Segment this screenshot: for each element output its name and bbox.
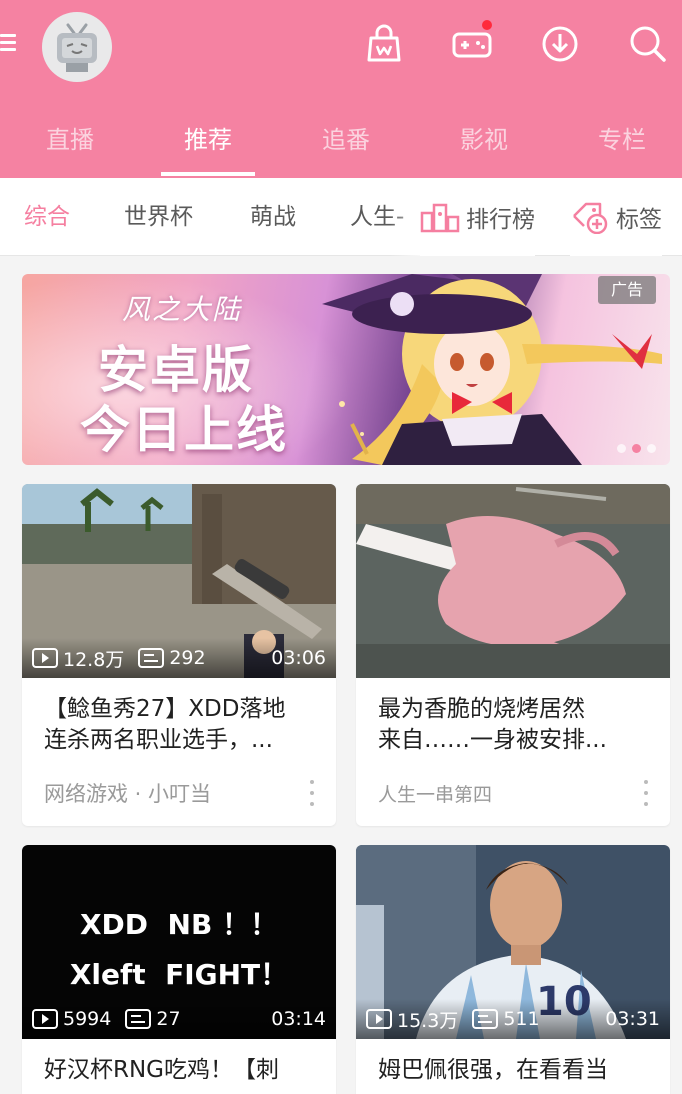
download-icon[interactable] [538, 22, 582, 66]
video-card[interactable]: 10 15.3万 511 03:31 姆巴佩很强，在看看当 [356, 845, 670, 1094]
banner-pager [617, 444, 656, 453]
search-icon[interactable] [626, 22, 670, 66]
ad-banner[interactable]: 风之大陆 安卓版 今日上线 广告 [22, 274, 670, 465]
video-thumbnail: 10 15.3万 511 03:31 [356, 845, 670, 1039]
game-controller-icon[interactable] [450, 20, 494, 66]
video-card[interactable]: 最为香脆的烧烤居然 来自……一身被安排... 人生一串第四 [356, 484, 670, 826]
avatar[interactable] [42, 12, 112, 82]
video-title: 最为香脆的烧烤居然 来自……一身被安排... [378, 696, 607, 753]
ranking-label: 排行榜 [466, 207, 535, 233]
danmaku-count: 511 [503, 1008, 540, 1030]
video-title: 姆巴佩很强，在看看当 [378, 1057, 608, 1083]
tab-recommend[interactable]: 推荐 [148, 110, 268, 170]
ad-badge: 广告 [598, 276, 656, 304]
ranking-icon [420, 203, 460, 233]
play-count-icon [32, 1009, 58, 1029]
menu-icon[interactable] [0, 30, 18, 60]
view-count: 15.3万 [397, 1009, 459, 1032]
video-meta: 人生一串第四 [356, 764, 670, 822]
chip-moe-battle[interactable]: 萌战 [250, 178, 296, 256]
more-options-icon[interactable] [644, 780, 650, 806]
notification-dot [482, 20, 492, 30]
video-meta-text: 人生一串第四 [378, 783, 493, 806]
chip-world-cup[interactable]: 世界杯 [124, 178, 193, 256]
video-meta-text: 网络游戏 · 小叮当 [44, 782, 212, 806]
danmaku-count: 292 [169, 647, 206, 669]
tag-add-icon [573, 202, 608, 234]
banner-subheadline: 今日上线 [80, 401, 288, 459]
avatar-tv-icon [57, 23, 97, 72]
view-count: 12.8万 [63, 648, 125, 671]
main-tabs: 直播 推荐 追番 影视 专栏 [0, 110, 682, 170]
chip-general[interactable]: 综合 [24, 178, 70, 256]
video-thumbnail: 12.8万 292 03:06 [22, 484, 336, 678]
video-title: 【鲶鱼秀27】XDD落地 连杀两名职业选手，... [44, 696, 286, 753]
video-meta: 网络游戏 · 小叮当 [22, 764, 336, 822]
thumbnail-caption-1: XDD NB ！！ [79, 908, 279, 941]
danmaku-count: 27 [156, 1008, 181, 1030]
danmaku-icon [125, 1009, 152, 1029]
thumbnail-caption-2: Xleft FIGHT！ [69, 958, 289, 991]
video-stats: 5994 27 03:14 [22, 999, 336, 1039]
danmaku-icon [472, 1009, 499, 1029]
video-card[interactable]: 12.8万 292 03:06 【鲶鱼秀27】XDD落地 连杀两名职业选手，..… [22, 484, 336, 826]
tags-button[interactable]: 标签 [570, 178, 662, 256]
video-title: 好汉杯RNG吃鸡！【刺 [44, 1057, 280, 1083]
video-stats: 12.8万 292 03:06 [22, 638, 336, 678]
danmaku-icon [138, 648, 165, 668]
play-count-icon [366, 1009, 392, 1029]
shopping-bag-icon[interactable] [362, 22, 406, 66]
view-count: 5994 [63, 1008, 112, 1030]
tab-column[interactable]: 专栏 [562, 110, 682, 170]
video-thumbnail [356, 484, 670, 678]
video-thumbnail: XDD NB ！！ Xleft FIGHT！ 5994 27 03:14 [22, 845, 336, 1039]
category-bar: 综合 世界杯 萌战 人生- 排行榜 标签 [0, 178, 682, 256]
more-options-icon[interactable] [310, 780, 316, 806]
video-duration: 03:31 [605, 1008, 660, 1030]
tab-movies[interactable]: 影视 [424, 110, 544, 170]
video-duration: 03:06 [271, 647, 326, 669]
app-header: 直播 推荐 追番 影视 专栏 [0, 0, 682, 178]
tab-bangumi[interactable]: 追番 [286, 110, 406, 170]
tags-label: 标签 [616, 207, 662, 233]
tab-active-indicator [161, 172, 255, 176]
ranking-button[interactable]: 排行榜 [420, 178, 535, 256]
play-count-icon [32, 648, 58, 668]
video-duration: 03:14 [271, 1008, 326, 1030]
video-stats: 15.3万 511 03:31 [356, 999, 670, 1039]
banner-logo: 风之大陆 [122, 293, 243, 326]
video-card[interactable]: XDD NB ！！ Xleft FIGHT！ 5994 27 03:14 好汉杯… [22, 845, 336, 1094]
tab-live[interactable]: 直播 [10, 110, 130, 170]
